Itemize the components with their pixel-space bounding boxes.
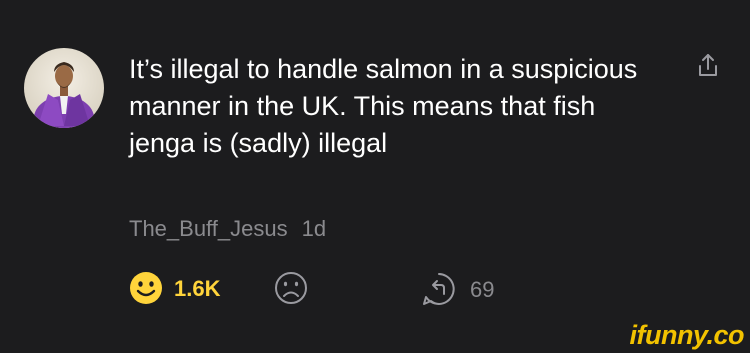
reply-count: 69 — [470, 277, 495, 302]
reply-icon[interactable] — [420, 270, 458, 308]
comment-text: It’s illegal to handle salmon in a suspi… — [129, 54, 638, 158]
avatar[interactable] — [24, 48, 104, 128]
smile-icon[interactable] — [128, 270, 164, 306]
share-icon[interactable] — [694, 52, 722, 80]
comment-meta: The_Buff_Jesus 1d — [129, 216, 326, 242]
smile-count: 1.6K — [174, 276, 221, 301]
timestamp: 1d — [301, 216, 327, 241]
username[interactable]: The_Buff_Jesus — [129, 216, 288, 241]
ifunny-watermark: ifunny.co — [629, 320, 745, 350]
frown-icon[interactable] — [273, 270, 309, 306]
